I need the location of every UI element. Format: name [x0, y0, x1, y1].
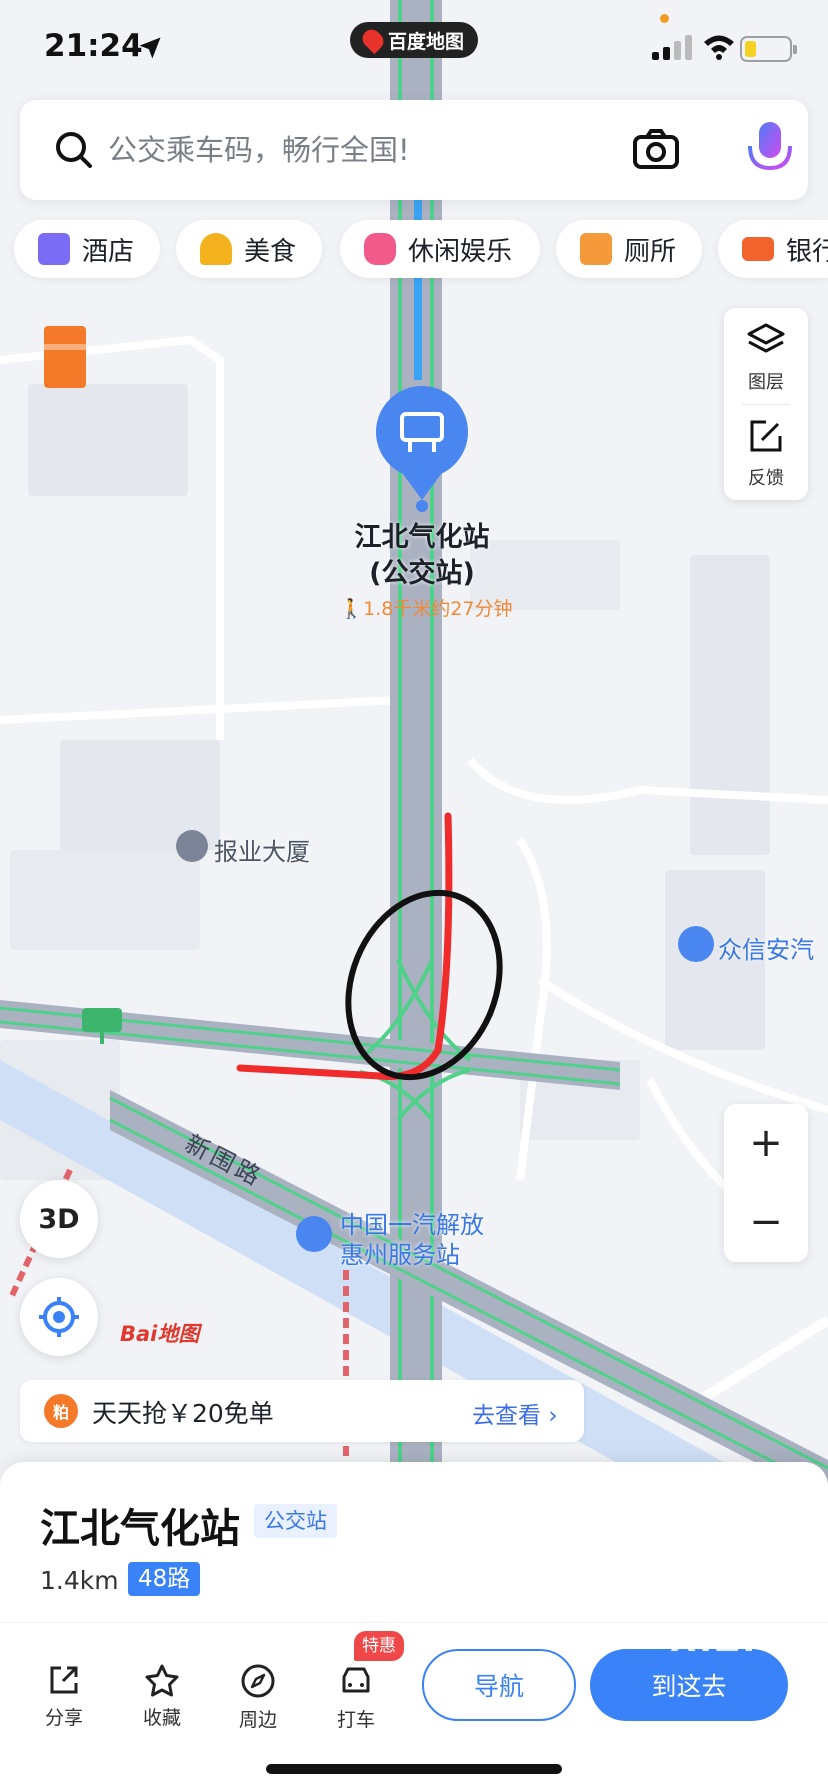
place-distance: 1.4km [40, 1566, 119, 1595]
clock: 21:24 [44, 28, 143, 64]
navigate-button[interactable]: 导航 [422, 1649, 576, 1721]
category-chip-bank[interactable]: 银行 [718, 220, 828, 278]
category-chip-toilet[interactable]: 厕所 [556, 220, 702, 278]
star-icon [145, 1664, 179, 1697]
search-icon [56, 132, 92, 168]
map-building [10, 850, 200, 950]
compass-icon [241, 1664, 275, 1698]
chip-label: 酒店 [82, 236, 135, 267]
toilet-icon [580, 233, 612, 265]
feedback-button[interactable]: 反馈 [724, 404, 808, 500]
plus-icon: + [749, 1120, 783, 1166]
taxi-discount-tag: 特惠 [354, 1631, 404, 1661]
poi-label: 中国一汽解放 [340, 1211, 484, 1239]
app-badge-label: 百度地图 [387, 30, 464, 53]
chip-label: 美食 [244, 236, 297, 267]
baidu-map-logo: Bai地图 [120, 1322, 200, 1346]
watermark: XIZI [670, 1620, 759, 1660]
taxi-label: 打车 [336, 1709, 375, 1731]
car-service-poi-icon [678, 926, 714, 962]
place-title: 江北气化站 [40, 1506, 240, 1552]
share-label: 分享 [44, 1707, 83, 1729]
promo-banner[interactable]: 粕 天天抢￥20免单 去查看 › [20, 1380, 584, 1442]
taxi-button[interactable]: 打车 [326, 1663, 386, 1732]
locate-me-button[interactable] [20, 1278, 98, 1356]
poi-label: 惠州服务站 [340, 1241, 460, 1269]
building-poi-icon [176, 830, 208, 862]
zoom-controls: + − [724, 1104, 808, 1262]
favorite-button[interactable]: 收藏 [132, 1663, 192, 1730]
marker-name: 江北气化站 [354, 522, 490, 553]
locate-icon [39, 1297, 79, 1337]
chevron-right-icon: › [548, 1403, 558, 1429]
taxi-icon [342, 1667, 370, 1693]
bus-station-marker[interactable] [376, 386, 468, 512]
chip-label: 银行 [786, 236, 828, 267]
share-icon [50, 1666, 78, 1694]
food-icon [200, 233, 232, 265]
walk-info-text: 1.8千米约27分钟 [363, 598, 513, 620]
3d-toggle-button[interactable]: 3D [20, 1180, 98, 1258]
bus-stop-glyph [82, 1008, 122, 1032]
zoom-in-button[interactable]: + [724, 1104, 808, 1183]
promo-link[interactable]: 去查看 › [472, 1396, 558, 1430]
nearby-button[interactable]: 周边 [228, 1663, 288, 1732]
map-building [28, 384, 188, 496]
zoom-out-button[interactable]: − [724, 1183, 808, 1262]
place-type-badge: 公交站 [254, 1504, 337, 1538]
bank-card-icon [742, 237, 774, 261]
layers-icon [747, 323, 785, 353]
layers-label: 图层 [748, 372, 784, 393]
marker-label[interactable]: 江北气化站 (公交站) [330, 520, 514, 592]
gamepad-icon [364, 233, 396, 265]
map-tools-panel: 图层 反馈 [724, 308, 808, 500]
app-badge: 百度地图 [350, 22, 478, 58]
promo-link-label: 去查看 [472, 1403, 541, 1429]
hotel-icon [38, 233, 70, 265]
taxi-promo-icon: 粕 [44, 1394, 78, 1428]
cellular-signal-icon [652, 35, 692, 60]
feedback-label: 反馈 [748, 468, 784, 489]
promo-text: 天天抢￥20免单 [92, 1399, 274, 1428]
battery-icon [740, 36, 797, 62]
search-input[interactable] [108, 128, 548, 172]
location-arrow-icon [139, 37, 161, 59]
bus-route-badge[interactable]: 48路 [128, 1562, 201, 1596]
nearby-label: 周边 [238, 1709, 277, 1731]
map-pin-icon [358, 25, 388, 55]
layers-button[interactable]: 图层 [724, 308, 808, 404]
share-button[interactable]: 分享 [34, 1663, 94, 1730]
category-chip-food[interactable]: 美食 [176, 220, 322, 278]
edit-icon [750, 420, 782, 452]
category-chip-entertainment[interactable]: 休闲娱乐 [340, 220, 540, 278]
search-bar[interactable] [20, 100, 808, 200]
red-packet-icon [44, 326, 86, 388]
poi-label-group[interactable]: 中国一汽解放 惠州服务站 [340, 1210, 484, 1270]
gas-poi-icon [296, 1216, 332, 1252]
map-building [690, 555, 770, 855]
status-bar: 21:24 百度地图 [0, 0, 828, 92]
wifi-icon [704, 35, 734, 60]
microphone-icon[interactable] [742, 118, 798, 180]
poi-label[interactable]: 众信安汽 [718, 930, 814, 965]
chip-label: 厕所 [624, 236, 677, 267]
poi-label[interactable]: 报业大厦 [214, 832, 310, 867]
camera-icon[interactable] [632, 127, 680, 171]
favorite-label: 收藏 [142, 1707, 181, 1729]
home-indicator[interactable] [266, 1764, 562, 1774]
minus-icon: − [749, 1199, 783, 1245]
chip-label: 休闲娱乐 [408, 236, 513, 267]
category-chip-hotel[interactable]: 酒店 [14, 220, 160, 278]
privacy-indicator [660, 14, 669, 23]
walk-info: 🚶1.8千米约27分钟 [326, 594, 526, 621]
marker-sub: (公交站) [369, 558, 475, 589]
walk-icon: 🚶 [339, 598, 364, 620]
